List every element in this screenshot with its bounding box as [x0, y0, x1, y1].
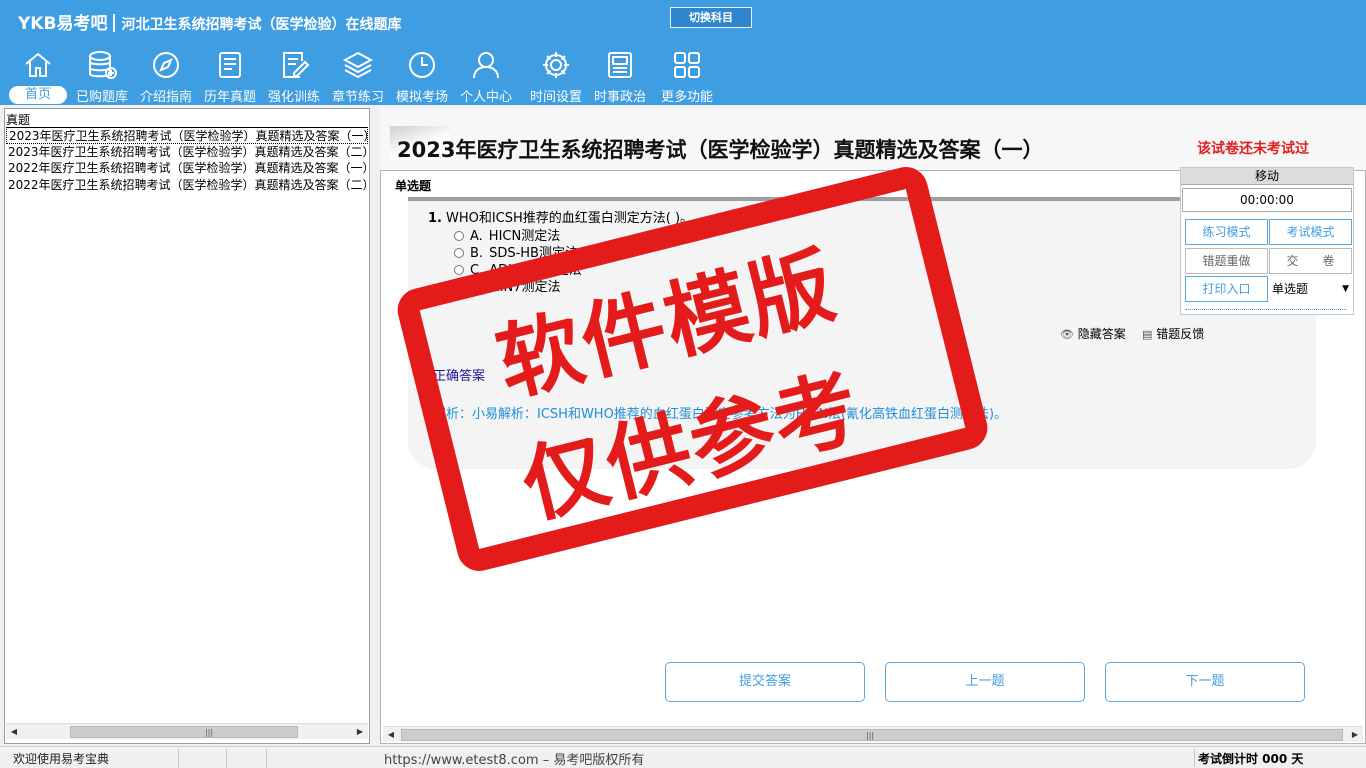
scroll-thumb[interactable]: ||| [401, 729, 1343, 741]
question-type: 单选题 [395, 179, 432, 193]
exam-mode-button[interactable]: 考试模式 [1269, 219, 1352, 245]
nav-guide-label: 介绍指南 [139, 90, 192, 105]
question-number: 1. [428, 211, 442, 226]
database-icon [89, 51, 117, 79]
grip-icon: ||| [866, 731, 875, 740]
nav-more-label: 更多功能 [660, 90, 713, 105]
redo-wrong-button[interactable]: 错题重做 [1185, 248, 1268, 274]
list-item[interactable]: 2023年医疗卫生系统招聘考试（医学检验学）真题精选及答案（一） [6, 127, 368, 144]
nav-intensive-label: 强化训练 [267, 90, 320, 105]
layers-icon [342, 51, 374, 79]
exam-timer: 00:00:00 [1182, 188, 1352, 212]
next-question-button[interactable]: 下一题 [1105, 662, 1305, 702]
hide-answer-label: 隐藏答案 [1077, 327, 1126, 341]
feedback-label: 错题反馈 [1156, 327, 1205, 341]
grid-icon [674, 52, 700, 78]
exam-status: 该试卷还未考试过 [1197, 141, 1309, 157]
question-horizontal-scrollbar[interactable]: ◀ ||| ▶ [383, 726, 1363, 742]
edit-doc-icon [283, 52, 310, 78]
scroll-right-icon[interactable]: ▶ [1347, 727, 1363, 743]
app-brand: YKB易考吧 河北卫生系统招聘考试（医学检验）在线题库 [18, 9, 401, 34]
top-bar: YKB易考吧 河北卫生系统招聘考试（医学检验）在线题库 切换科目 首页 已购题库 … [0, 0, 1366, 105]
nav-time-settings-label: 时间设置 [529, 90, 582, 105]
home-icon [25, 52, 51, 77]
radio-icon[interactable] [454, 248, 464, 258]
submit-answer-button[interactable]: 提交答案 [665, 662, 865, 702]
user-icon [473, 52, 499, 79]
hand-in-button[interactable]: 交 卷 [1269, 248, 1352, 274]
nav-home-label: 首页 [9, 86, 67, 104]
status-divider [266, 749, 267, 767]
switch-subject-button[interactable]: 切换科目 [670, 7, 752, 28]
list-doc-icon [219, 52, 241, 78]
question-type-select[interactable]: 单选题 ▼ [1269, 276, 1353, 302]
scroll-thumb[interactable]: ||| [70, 726, 298, 738]
radio-icon[interactable] [454, 231, 464, 241]
exam-countdown: 考试倒计时 000 天 [1198, 752, 1304, 766]
status-divider [178, 749, 179, 767]
nav-more[interactable]: 更多功能 [655, 46, 719, 105]
grip-icon: ||| [205, 728, 214, 737]
compass-icon [153, 52, 179, 78]
scroll-left-icon[interactable]: ◀ [6, 724, 22, 740]
select-value: 单选题 [1272, 282, 1309, 296]
scroll-left-icon[interactable]: ◀ [383, 727, 399, 743]
list-item[interactable]: 2022年医疗卫生系统招聘考试（医学检验学）真题精选及答案（一） [6, 160, 368, 177]
nav-chapter-label: 章节练习 [331, 90, 384, 105]
nav-past-exams[interactable]: 历年真题 [198, 46, 262, 105]
gear-icon [543, 52, 569, 78]
paper-list: 2023年医疗卫生系统招聘考试（医学检验学）真题精选及答案（一） 2023年医疗… [6, 127, 368, 193]
nav-intensive[interactable]: 强化训练 [262, 46, 326, 105]
status-bar: 欢迎使用易考宝典 https://www.etest8.com – 易考吧版权所… [0, 746, 1366, 768]
feedback-button[interactable]: ▤ 错题反馈 [1142, 325, 1204, 342]
status-copyright: https://www.etest8.com – 易考吧版权所有 [384, 753, 645, 768]
nav-mock-exam[interactable]: 模拟考场 [390, 46, 454, 105]
nav-chapter[interactable]: 章节练习 [326, 46, 390, 105]
nav-personal[interactable]: 个人中心 [454, 46, 518, 105]
nav-home[interactable]: 首页 [6, 46, 70, 104]
exam-control-panel: 移动 00:00:00 练习模式 考试模式 错题重做 交 卷 打印入口 单选题 ▼ [1180, 167, 1354, 315]
prev-question-button[interactable]: 上一题 [885, 662, 1085, 702]
list-item[interactable]: 2023年医疗卫生系统招聘考试（医学检验学）真题精选及答案（二） [6, 144, 368, 161]
tree-horizontal-scrollbar[interactable]: ◀ ||| ▶ [6, 723, 368, 739]
clock-icon [409, 52, 435, 78]
print-button[interactable]: 打印入口 [1185, 276, 1268, 302]
feedback-icon: ▤ [1142, 328, 1153, 341]
nav-guide[interactable]: 介绍指南 [134, 46, 198, 105]
scroll-right-icon[interactable]: ▶ [352, 724, 368, 740]
nav-past-exams-label: 历年真题 [203, 90, 256, 105]
tree-root[interactable]: 真题 [6, 111, 30, 128]
newspaper-icon [608, 52, 632, 78]
status-welcome: 欢迎使用易考宝典 [13, 752, 110, 766]
nav-purchased[interactable]: 已购题库 [70, 46, 134, 105]
chevron-down-icon: ▼ [1342, 284, 1349, 294]
nav-purchased-label: 已购题库 [75, 90, 128, 105]
paper-title: 2023年医疗卫生系统招聘考试（医学检验学）真题精选及答案（一） [397, 138, 1044, 162]
list-item[interactable]: 2022年医疗卫生系统招聘考试（医学检验学）真题精选及答案（二） [6, 177, 368, 194]
question-text: WHO和ICSH推荐的血红蛋白测定方法( )。 [445, 211, 694, 226]
panel-divider [1185, 309, 1347, 310]
nav-time-settings[interactable]: 时间设置 [524, 46, 588, 105]
nav-current-affairs[interactable]: 时事政治 [588, 46, 652, 105]
radio-icon[interactable] [454, 265, 464, 275]
brand-logo: YKB易考吧 [18, 14, 108, 34]
question-stem: 1. WHO和ICSH推荐的血红蛋白测定方法( )。 [428, 207, 693, 226]
nav-mock-exam-label: 模拟考场 [395, 90, 448, 105]
status-divider [1194, 749, 1195, 767]
hide-answer-button[interactable]: 👁 隐藏答案 [1060, 325, 1126, 342]
brand-divider [113, 14, 116, 32]
practice-mode-button[interactable]: 练习模式 [1185, 219, 1268, 245]
app-title: 河北卫生系统招聘考试（医学检验）在线题库 [121, 17, 402, 33]
paper-tree-panel: 真题 2023年医疗卫生系统招聘考试（医学检验学）真题精选及答案（一） 2023… [4, 108, 370, 744]
move-handle[interactable]: 移动 [1181, 168, 1353, 185]
nav-personal-label: 个人中心 [459, 90, 512, 105]
status-divider [226, 749, 227, 767]
eye-slash-icon: 👁 [1060, 328, 1074, 341]
nav-current-affairs-label: 时事政治 [593, 90, 646, 105]
